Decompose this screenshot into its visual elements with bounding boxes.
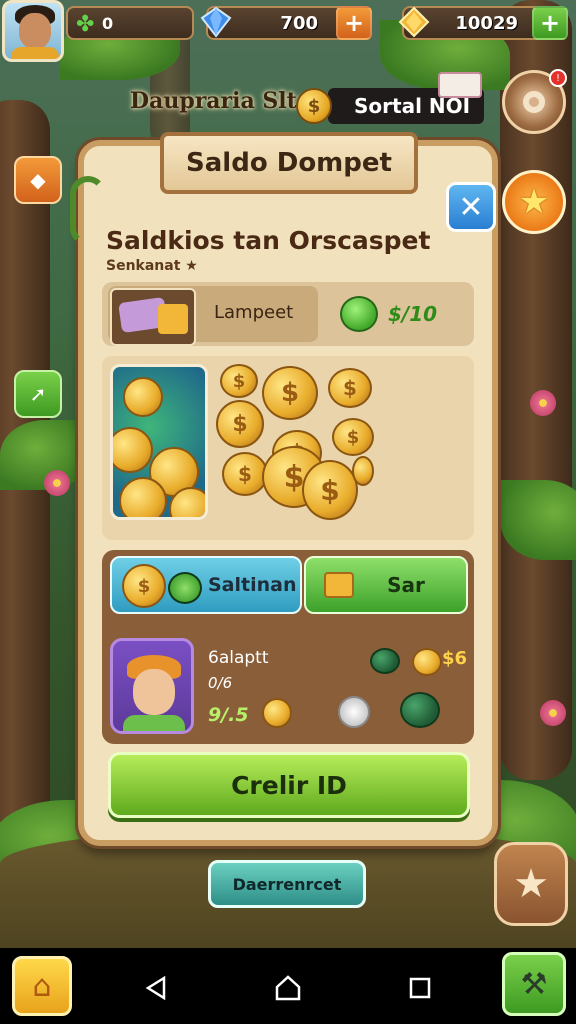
wallet-balance: $/10 xyxy=(388,302,438,326)
close-icon: ✕ xyxy=(458,189,484,225)
coin: $ xyxy=(220,364,258,398)
player-score: 9/.5 xyxy=(208,704,249,726)
add-coins-button[interactable]: + xyxy=(532,6,568,40)
coin xyxy=(123,377,163,417)
green-coin-icon xyxy=(370,648,400,674)
vine-decoration xyxy=(70,176,106,246)
home-outline-icon xyxy=(275,975,301,1001)
coin: $ xyxy=(302,460,358,520)
action-area: $ Saltinan Sar 6alaptt 0/6 9/.5 $6 xyxy=(102,550,474,744)
panel-subheading: Senkanat ★ xyxy=(106,258,198,274)
recents-button[interactable] xyxy=(400,968,440,1008)
square-icon xyxy=(409,977,431,999)
home-button[interactable]: ⌂ xyxy=(12,956,72,1016)
panel-title: Saldo Dompet xyxy=(186,148,392,178)
coin: $ xyxy=(216,400,264,448)
coin xyxy=(352,456,374,486)
coin-icon: $ xyxy=(122,564,166,608)
game-card-image[interactable] xyxy=(110,364,208,520)
clover-icon: ✤ xyxy=(76,12,95,37)
gems-value: 700 xyxy=(280,12,318,34)
shop-title: Daupraria Slta xyxy=(130,88,312,114)
player-name: 6alaptt xyxy=(208,648,269,668)
star-icon: ★ xyxy=(513,861,549,907)
coin-icon xyxy=(262,698,292,728)
hammer-icon: ⚒ xyxy=(520,966,548,1002)
boost-button[interactable]: ➚ xyxy=(14,370,62,418)
wallet-icon xyxy=(110,288,196,346)
tools-button[interactable]: ⚒ xyxy=(502,952,566,1016)
back-triangle-icon xyxy=(145,975,166,1001)
coin-icon: $ xyxy=(296,88,332,124)
clover-value: 0 xyxy=(102,13,114,33)
sar-label: Sar xyxy=(387,573,425,597)
wallet-label: Lampeet xyxy=(214,302,294,323)
wallet-row[interactable]: Lampeet $/10 xyxy=(102,282,474,346)
coin: $ xyxy=(262,366,318,420)
green-coin-icon xyxy=(400,692,440,728)
shop-title-row: Daupraria Slta xyxy=(130,88,311,114)
coin: $ xyxy=(332,418,374,456)
add-gems-button[interactable]: + xyxy=(336,6,372,40)
create-id-button[interactable]: Crelir ID xyxy=(108,752,470,818)
coin xyxy=(119,477,167,517)
panel-title-banner: Saldo Dompet xyxy=(160,132,418,194)
player-avatar[interactable] xyxy=(2,0,64,62)
sar-button[interactable]: Sar xyxy=(304,556,468,614)
player-reward: $6 xyxy=(442,648,468,669)
map-button[interactable]: ◆ xyxy=(14,156,62,204)
create-id-label: Crelir ID xyxy=(231,770,347,800)
secondary-button-label: Daerrenrcet xyxy=(232,874,342,894)
home-nav-button[interactable] xyxy=(268,968,308,1008)
star-icon: ★ xyxy=(518,182,550,222)
clover-counter: ✤ 0 xyxy=(66,6,194,40)
back-button[interactable] xyxy=(136,968,176,1008)
coin xyxy=(113,427,153,473)
gems-counter: 700 + xyxy=(200,6,372,40)
panel-heading: Saldkios tan Orscaspet xyxy=(106,226,431,255)
secondary-button[interactable]: Daerrenrcet xyxy=(208,860,366,908)
notification-dot: ! xyxy=(549,69,567,87)
house-icon: ⌂ xyxy=(32,968,52,1004)
cube-icon: ◆ xyxy=(30,168,46,192)
coins-counter: 10029 + xyxy=(398,6,568,40)
player-level: 0/6 xyxy=(208,674,233,692)
favorite-button[interactable]: ★ xyxy=(502,170,566,234)
arrow-up-icon: ➚ xyxy=(29,382,47,406)
green-gem-icon xyxy=(340,296,378,332)
top-hud: ✤ 0 700 + 10029 + xyxy=(0,0,576,62)
close-button[interactable]: ✕ xyxy=(446,182,496,232)
green-coin-icon xyxy=(168,572,202,604)
settings-button[interactable]: ! xyxy=(502,69,567,134)
silver-coin-icon xyxy=(338,696,370,728)
diamond-icon xyxy=(200,6,232,38)
gear-icon xyxy=(523,91,545,113)
gold-gem-icon xyxy=(398,6,430,38)
gift-icon xyxy=(438,72,482,98)
flower xyxy=(540,700,566,726)
coins-value: 10029 xyxy=(455,12,518,34)
rate-button[interactable]: ★ xyxy=(494,842,568,926)
flower xyxy=(530,390,556,416)
saltinan-label: Saltinan xyxy=(208,574,297,596)
coin: $ xyxy=(328,368,372,408)
player-portrait[interactable] xyxy=(110,638,194,734)
coin-symbol: $ xyxy=(307,95,321,117)
flower xyxy=(44,470,70,496)
coin-icon xyxy=(412,648,442,676)
chest-icon xyxy=(324,572,354,598)
saltinan-button[interactable]: $ Saltinan xyxy=(110,556,302,614)
coin-treasure-area: $ $ $ $ $ $ $ $ $ xyxy=(102,356,474,540)
